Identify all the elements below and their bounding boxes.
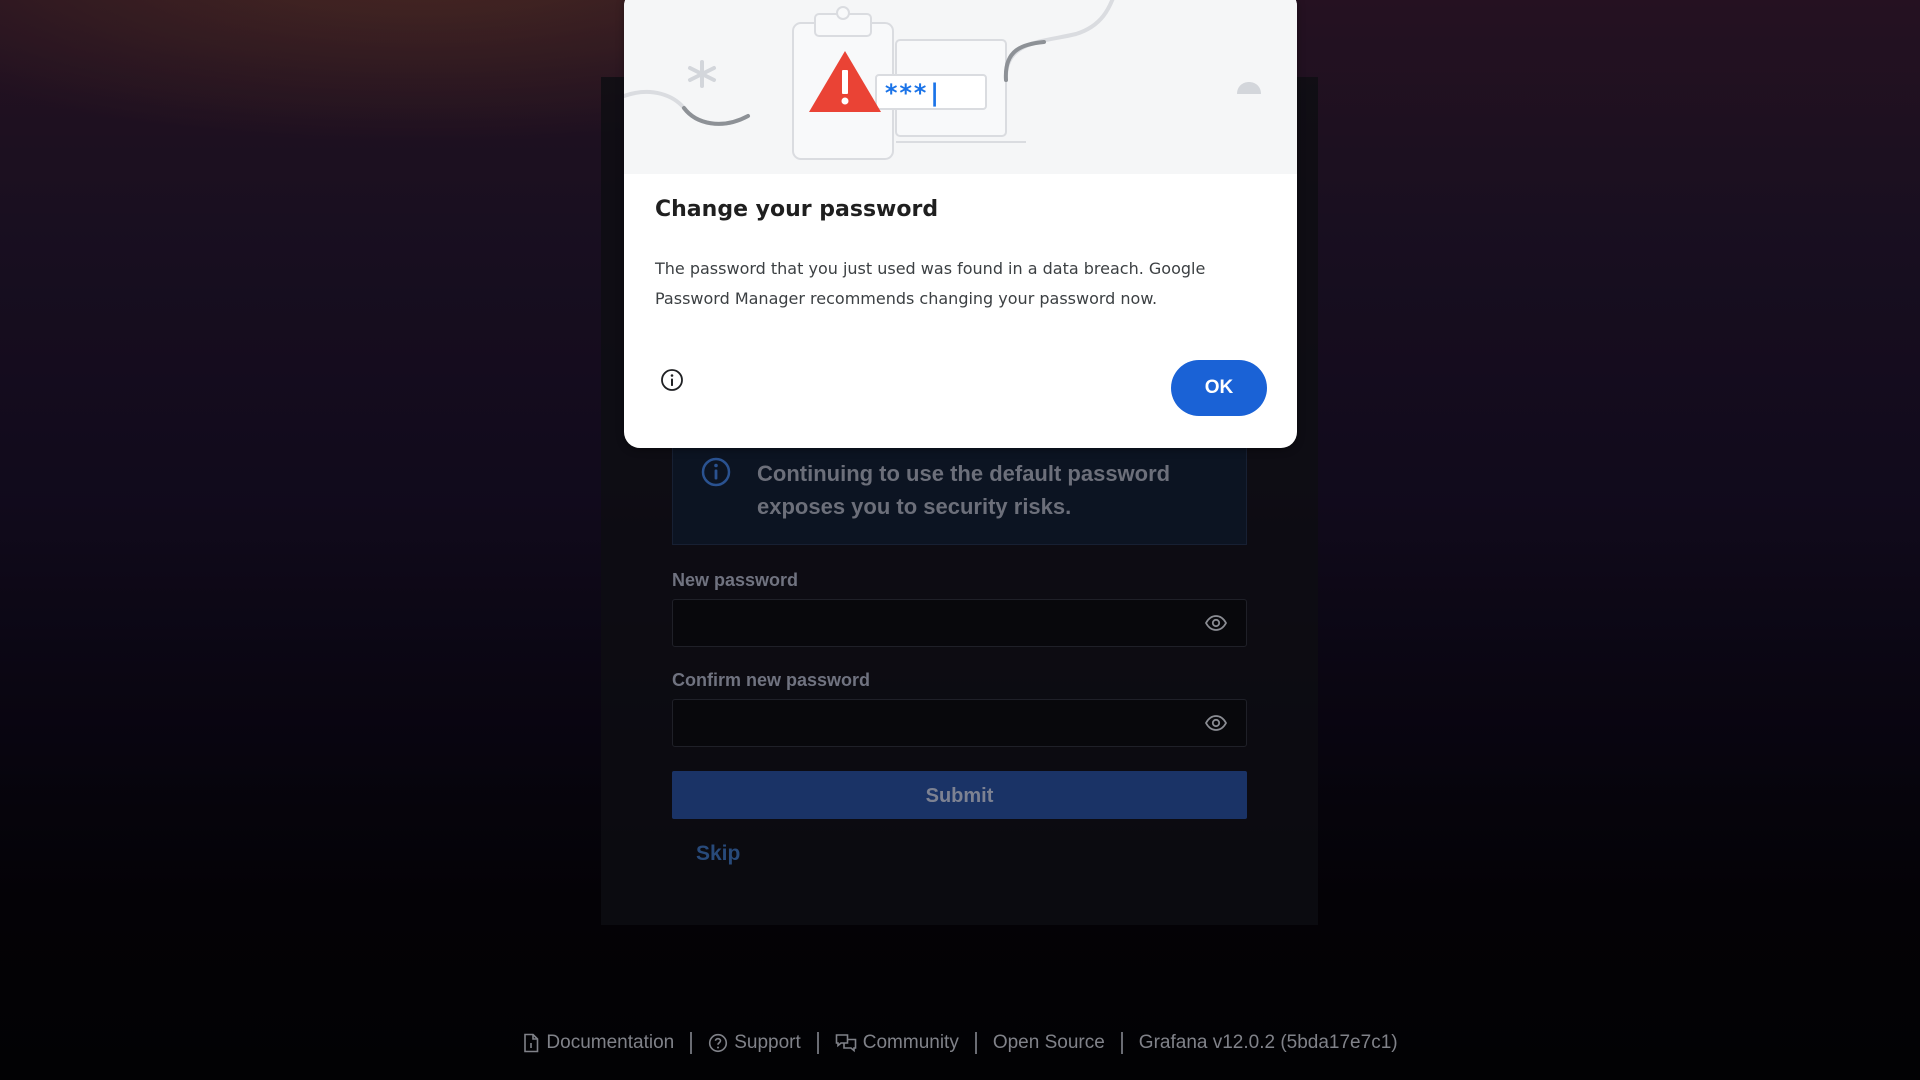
submit-button[interactable]: Submit <box>672 771 1247 819</box>
password-breach-illustration: ***| <box>624 0 1261 160</box>
new-password-input[interactable] <box>672 599 1247 647</box>
footer-version: Grafana v12.0.2 (5bda17e7c1) <box>1139 1032 1398 1054</box>
confirm-password-input[interactable] <box>672 699 1247 747</box>
document-icon <box>524 1033 539 1052</box>
footer-separator <box>1120 1031 1123 1054</box>
illustration-password-text: ***| <box>884 79 942 107</box>
footer-support-label: Support <box>734 1031 801 1053</box>
footer-separator <box>974 1031 977 1054</box>
show-confirm-password-eye-icon[interactable] <box>1204 711 1228 735</box>
show-password-eye-icon[interactable] <box>1204 611 1228 635</box>
question-circle-icon <box>709 1033 728 1052</box>
dialog-illustration-banner: ***| <box>624 0 1297 174</box>
footer-open-source-link[interactable]: Open Source <box>993 1032 1105 1054</box>
footer-version-label: Grafana v12.0.2 (5bda17e7c1) <box>1138 1031 1398 1053</box>
alert-message: Continuing to use the default password e… <box>757 461 1171 519</box>
footer-separator <box>816 1031 819 1054</box>
footer: Documentation Support Community Open Sou… <box>0 1029 1920 1056</box>
confirm-password-label: Confirm new password <box>672 670 871 690</box>
dialog-title: Change your password <box>655 197 939 222</box>
footer-separator <box>690 1031 693 1054</box>
info-icon <box>701 457 731 487</box>
footer-open-source-label: Open Source <box>992 1031 1105 1053</box>
info-icon[interactable] <box>659 367 685 393</box>
footer-documentation-link[interactable]: Documentation <box>522 1032 674 1054</box>
ok-button[interactable]: OK <box>1171 360 1267 416</box>
skip-link[interactable]: Skip <box>696 842 740 866</box>
footer-community-link[interactable]: Community <box>835 1032 959 1054</box>
dialog-message: The password that you just used was foun… <box>655 259 1206 308</box>
new-password-label: New password <box>672 570 799 590</box>
chat-bubbles-icon <box>835 1033 857 1052</box>
footer-community-label: Community <box>862 1031 959 1053</box>
footer-documentation-label: Documentation <box>546 1031 675 1053</box>
footer-support-link[interactable]: Support <box>708 1032 801 1054</box>
password-breach-dialog: ***| Change your password The password t… <box>624 0 1297 448</box>
